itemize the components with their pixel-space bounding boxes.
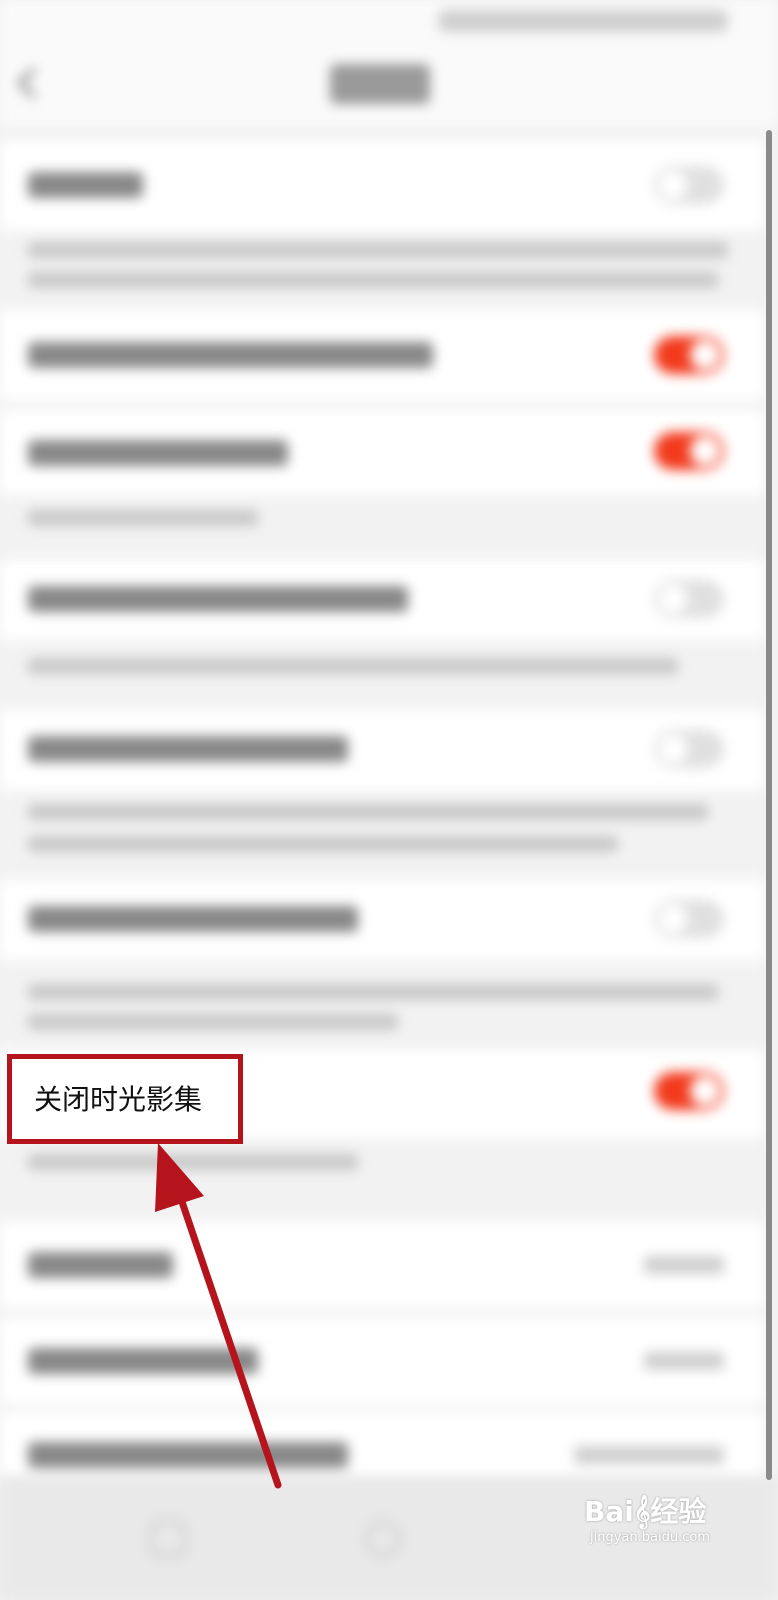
settings-row[interactable] — [0, 560, 764, 640]
row-description — [0, 640, 764, 710]
settings-row[interactable] — [0, 140, 764, 230]
settings-row[interactable] — [0, 410, 764, 495]
blurred-settings-list — [0, 0, 778, 1600]
scrollbar[interactable] — [766, 130, 772, 1480]
row-description — [0, 960, 764, 1050]
row-description — [0, 790, 764, 880]
row-label — [28, 586, 408, 612]
header — [0, 46, 778, 126]
nav-icon[interactable] — [150, 1521, 186, 1557]
settings-nav-row[interactable] — [0, 1222, 764, 1308]
settings-nav-row[interactable] — [0, 1318, 764, 1404]
toggle-switch[interactable] — [654, 336, 724, 374]
row-label — [28, 1252, 173, 1278]
toggle-switch[interactable] — [654, 432, 724, 470]
watermark-brand: Bai𝄞经验 — [584, 1495, 707, 1528]
row-description — [0, 1138, 764, 1218]
status-bar — [0, 0, 778, 46]
status-icons — [438, 10, 728, 32]
toggle-switch[interactable] — [654, 1072, 724, 1110]
settings-row[interactable] — [0, 310, 764, 400]
toggle-switch[interactable] — [654, 166, 724, 204]
nav-icon[interactable] — [365, 1521, 401, 1557]
settings-row[interactable] — [0, 880, 764, 960]
toggle-switch[interactable] — [654, 580, 724, 618]
row-label — [28, 1442, 348, 1468]
row-description — [0, 495, 764, 555]
row-label — [28, 440, 288, 466]
back-arrow-icon[interactable] — [17, 67, 49, 99]
row-value — [644, 1352, 724, 1370]
row-value — [644, 1256, 724, 1274]
row-label — [28, 172, 143, 198]
privacy-settings-screen: 关闭时光影集 Bai𝄞经验 jingyan.baidu.com — [0, 0, 778, 1600]
page-title — [330, 64, 430, 104]
row-label — [28, 906, 358, 932]
row-description — [0, 230, 764, 310]
row-label — [28, 342, 433, 368]
watermark-url: jingyan.baidu.com — [590, 1530, 710, 1545]
baidu-jingyan-watermark: Bai𝄞经验 jingyan.baidu.com — [584, 1490, 764, 1560]
close-time-album-row-highlight[interactable]: 关闭时光影集 — [7, 1054, 243, 1144]
close-time-album-label: 关闭时光影集 — [34, 1083, 203, 1116]
settings-row[interactable] — [0, 710, 764, 790]
home-icon[interactable] — [35, 1521, 65, 1551]
toggle-switch[interactable] — [654, 730, 724, 768]
row-value — [574, 1446, 724, 1464]
toggle-switch[interactable] — [654, 900, 724, 938]
row-label — [28, 1348, 258, 1374]
row-label — [28, 736, 348, 762]
